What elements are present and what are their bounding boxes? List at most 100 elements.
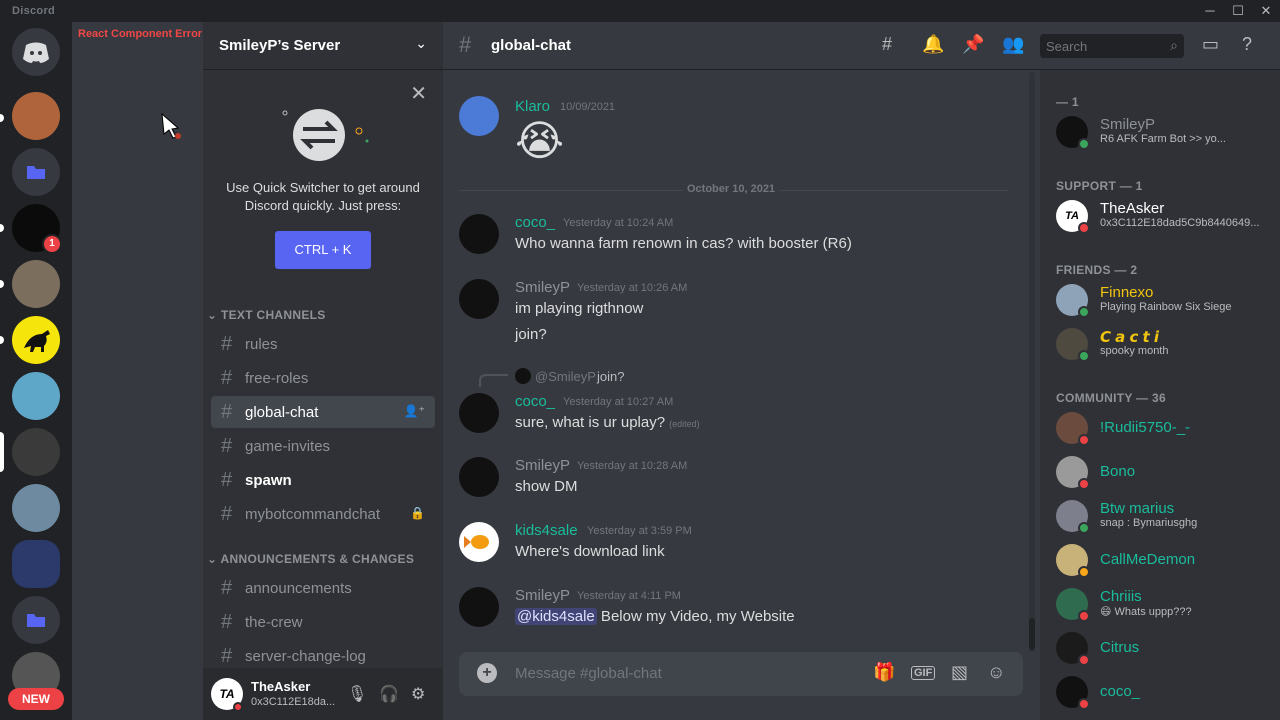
unread-indicator — [0, 224, 4, 232]
channel-label: announcements — [245, 580, 352, 597]
member-name: Finnexo — [1100, 284, 1154, 301]
category-label: TEXT CHANNELS — [221, 308, 326, 322]
microphone-icon[interactable]: 🎙 — [347, 684, 367, 704]
server-icon-dino[interactable] — [12, 316, 60, 364]
hash-icon: # — [459, 32, 472, 57]
member-item[interactable]: Btw marius snap : Bymariusghg — [1048, 494, 1272, 538]
member-item[interactable]: coco_ — [1048, 670, 1272, 714]
message-timestamp: Yesterday at 3:59 PM — [587, 525, 692, 537]
avatar[interactable] — [459, 522, 499, 562]
message-author[interactable]: kids4sale — [515, 522, 578, 539]
member-item[interactable]: Bono — [1048, 450, 1272, 494]
unread-indicator — [0, 280, 4, 288]
channel-global-chat[interactable]: # global-chat 👤⁺ — [211, 396, 435, 428]
gear-icon[interactable]: ⚙ — [411, 684, 425, 704]
member-item[interactable]: !Rudii5750-_- — [1048, 406, 1272, 450]
category-label: ANNOUNCEMENTS & CHANGES — [220, 552, 415, 566]
member-item[interactable]: 𝘾 𝙖 𝙘 𝙩 𝙞 spooky month — [1048, 322, 1272, 366]
member-item[interactable]: SmileyP R6 AFK Farm Bot >> yo... — [1048, 110, 1272, 154]
message-body: Below my Video, my Website — [596, 608, 795, 625]
message-author[interactable]: Klaro — [515, 98, 550, 115]
scrollbar-track[interactable] — [1029, 72, 1035, 652]
channel-the-crew[interactable]: # the-crew — [211, 606, 435, 638]
inbox-icon[interactable]: ▭ — [1202, 34, 1219, 55]
gif-icon[interactable]: GIF — [911, 666, 936, 680]
help-icon[interactable]: ? — [1242, 34, 1252, 55]
emoji-icon[interactable]: ☺ — [987, 662, 1005, 683]
server-icon-beach[interactable] — [12, 372, 60, 420]
server-header[interactable]: SmileyP’s Server ⌄ — [203, 22, 443, 70]
category-announcements[interactable]: ⌄ ANNOUNCEMENTS & CHANGES — [207, 552, 414, 566]
member-status: 0x3C112E18dad5C9b8440649... — [1100, 217, 1260, 229]
status-dot — [1078, 698, 1090, 710]
avatar[interactable] — [459, 587, 499, 627]
home-button[interactable] — [12, 28, 60, 76]
close-icon[interactable]: ✕ — [410, 81, 427, 106]
member-category: FRIENDS — 2 — [1056, 263, 1138, 277]
members-icon[interactable]: 👥 — [1002, 34, 1024, 55]
edited-label: (edited) — [669, 419, 700, 429]
message-text: Who wanna farm renown in cas? with boost… — [515, 235, 852, 252]
member-name: Citrus — [1100, 639, 1140, 656]
member-name: CallMeDemon — [1100, 551, 1196, 568]
pin-icon[interactable]: 📌 — [962, 34, 984, 55]
message-text: Where's download link — [515, 543, 665, 560]
reply-text[interactable]: join? — [597, 369, 624, 384]
channel-mybotcommandchat[interactable]: # mybotcommandchat 🔒 — [211, 498, 435, 530]
message-text: sure, what is ur uplay? (edited) — [515, 414, 700, 431]
category-text-channels[interactable]: ⌄ TEXT CHANNELS — [207, 308, 326, 322]
server-icon-cat[interactable] — [12, 92, 60, 140]
message-author[interactable]: SmileyP — [515, 279, 570, 296]
message-input[interactable]: + Message #global-chat 🎁 GIF ▧ ☺ — [459, 652, 1023, 696]
member-list: — 1 SmileyP R6 AFK Farm Bot >> yo... SUP… — [1040, 70, 1280, 720]
channel-announcements[interactable]: # announcements — [211, 572, 435, 604]
message-author[interactable]: SmileyP — [515, 457, 570, 474]
message-timestamp: Yesterday at 10:26 AM — [577, 282, 688, 294]
server-icon-cat2[interactable] — [12, 260, 60, 308]
message-author[interactable]: coco_ — [515, 214, 555, 231]
member-item[interactable]: Chriiis 😄 Whats uppp??? — [1048, 582, 1272, 626]
minimize-button[interactable]: ─ — [1198, 2, 1222, 20]
search-placeholder: Search — [1046, 39, 1088, 54]
member-item[interactable]: TA TheAsker 0x3C112E18dad5C9b8440649... — [1048, 194, 1272, 238]
maximize-button[interactable]: ☐ — [1226, 2, 1250, 20]
threads-icon[interactable]: # — [882, 34, 892, 55]
avatar[interactable] — [459, 96, 499, 136]
channel-rules[interactable]: # rules — [211, 328, 435, 360]
user-mention[interactable]: @kids4sale — [515, 608, 597, 625]
bell-icon[interactable]: 🔔 — [922, 34, 944, 55]
server-folder-r6[interactable] — [12, 540, 60, 588]
server-icon-lake[interactable] — [12, 484, 60, 532]
new-badge[interactable]: NEW — [8, 688, 64, 710]
member-item[interactable]: Finnexo Playing Rainbow Six Siege — [1048, 278, 1272, 322]
server-icon-smileyp[interactable] — [12, 428, 60, 476]
member-item[interactable]: CallMeDemon — [1048, 538, 1272, 582]
avatar[interactable] — [459, 457, 499, 497]
avatar[interactable] — [459, 393, 499, 433]
message-author[interactable]: coco_ — [515, 393, 555, 410]
message-author[interactable]: SmileyP — [515, 587, 570, 604]
quick-switcher-shortcut-button[interactable]: CTRL + K — [275, 231, 371, 269]
member-item[interactable]: Citrus — [1048, 626, 1272, 670]
headphones-icon[interactable]: 🎧 — [379, 684, 399, 704]
server-folder-2[interactable] — [12, 596, 60, 644]
invite-icon[interactable]: 👤⁺ — [404, 404, 425, 418]
avatar[interactable] — [459, 279, 499, 319]
channel-game-invites[interactable]: # game-invites — [211, 430, 435, 462]
search-icon: ⌕ — [1170, 37, 1178, 53]
scrollbar-thumb[interactable] — [1029, 618, 1035, 650]
sticker-icon[interactable]: ▧ — [951, 662, 968, 683]
message-timestamp: Yesterday at 4:11 PM — [577, 590, 681, 602]
avatar[interactable] — [459, 214, 499, 254]
hash-icon: # — [221, 503, 233, 525]
search-input[interactable]: Search ⌕ — [1040, 34, 1184, 58]
add-attachment-icon[interactable]: + — [477, 663, 497, 683]
message-text: show DM — [515, 478, 578, 495]
gift-icon[interactable]: 🎁 — [873, 662, 895, 683]
close-window-button[interactable]: ✕ — [1254, 2, 1278, 20]
server-folder[interactable] — [12, 148, 60, 196]
reply-author[interactable]: @SmileyP — [535, 369, 596, 384]
member-name: !Rudii5750-_- — [1100, 419, 1191, 436]
channel-free-roles[interactable]: # free-roles — [211, 362, 435, 394]
channel-spawn[interactable]: # spawn — [211, 464, 435, 496]
